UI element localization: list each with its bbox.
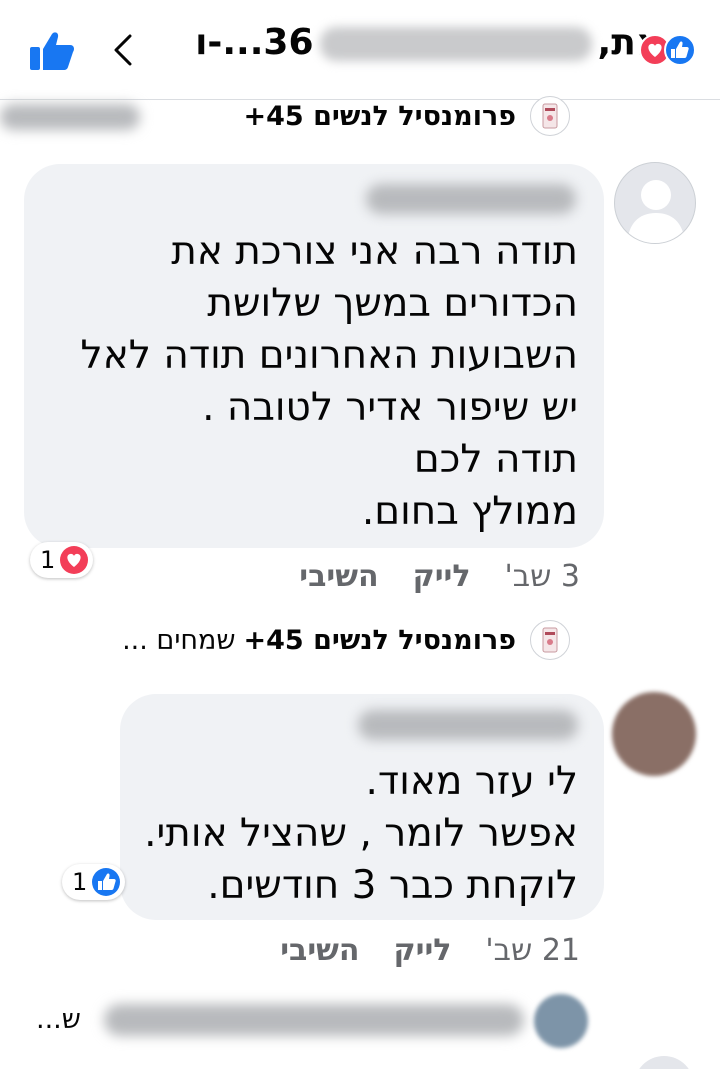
reaction-badge[interactable]: 1 — [30, 542, 94, 578]
reply-preview: ש... — [36, 1004, 81, 1035]
comment-time[interactable]: 21 שב' — [485, 933, 580, 968]
comment-actions: 3 שב' לייק השיבי — [299, 556, 580, 596]
heart-icon — [60, 546, 89, 574]
page-reply-header[interactable]: פרומנסיל לנשים 45+ — [244, 94, 570, 138]
comment-actions: 21 שב' לייק השיבי — [280, 930, 580, 970]
header-title: את,36...-ו — [195, 22, 662, 63]
blurred-name — [319, 27, 592, 61]
comment-text: תודה רבה אני צורכת את הכדורים במשך שלושת… — [80, 229, 578, 534]
reply-link[interactable]: השיבי — [299, 559, 378, 594]
like-link[interactable]: לייק — [413, 559, 471, 594]
header-title-prefix: 36...-ו — [195, 22, 314, 63]
reply-preview: שמחים ... — [122, 624, 236, 656]
reaction-count: 1 — [72, 868, 88, 896]
blurred-commenter-name — [104, 1004, 524, 1036]
page-name[interactable]: פרומנסיל לנשים 45+ — [244, 625, 517, 656]
commenter-avatar[interactable] — [614, 162, 696, 244]
page-avatar — [530, 620, 570, 660]
blurred-commenter-name — [366, 184, 576, 214]
blurred-commenter-name — [0, 104, 140, 130]
page-avatar — [530, 96, 570, 136]
comment-text: לי עזר מאוד. אפשר לומר , שהציל אותי. לוק… — [144, 759, 578, 908]
like-link[interactable]: לייק — [394, 933, 452, 968]
commenter-avatar[interactable] — [534, 994, 588, 1048]
comment-bubble: תודה רבה אני צורכת את הכדורים במשך שלושת… — [24, 164, 604, 548]
comment-time[interactable]: 3 שב' — [505, 559, 580, 594]
comment-bubble: לי עזר מאוד. אפשר לומר , שהציל אותי. לוק… — [120, 694, 604, 920]
like-icon[interactable] — [28, 30, 76, 72]
page-reply-header[interactable]: פרומנסיל לנשים 45+ שמחים ... — [122, 618, 570, 662]
reaction-badge[interactable]: 1 — [62, 864, 126, 900]
back-chevron-icon[interactable] — [108, 28, 138, 72]
reaction-icons — [639, 34, 696, 66]
reply-link[interactable]: השיבי — [280, 933, 359, 968]
commenter-avatar — [634, 1056, 694, 1069]
blurred-commenter-name — [358, 710, 578, 740]
commenter-avatar[interactable] — [612, 692, 696, 776]
like-icon — [92, 868, 121, 896]
page-name[interactable]: פרומנסיל לנשים 45+ — [244, 101, 517, 132]
reaction-count: 1 — [40, 546, 56, 574]
conversation-header: את,36...-ו — [0, 0, 720, 100]
